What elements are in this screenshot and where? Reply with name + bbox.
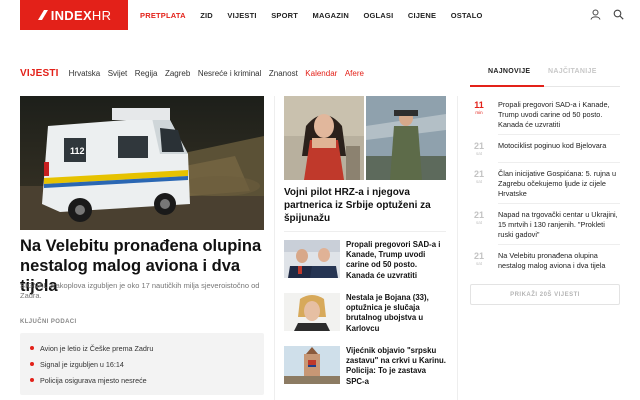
main-story-subtitle: SIGNAL zrakoplova izgubljen je oko 17 na…	[20, 281, 260, 300]
logo-suffix: HR	[91, 7, 112, 23]
news-feed-headline: Na Velebitu pronađena olupina nestalog m…	[498, 251, 606, 270]
news-feed-item[interactable]: 21 sat Član inicijative Gospićana: 5. ru…	[470, 169, 620, 203]
news-feed-item[interactable]: 11 min Propali pregovori SAD-a i Kanade,…	[470, 100, 620, 136]
nav-item-oglasi[interactable]: OGLASI	[363, 11, 393, 20]
key-points-box: Avion je letio iz Češke prema Zadru Sign…	[20, 333, 264, 395]
nav-item-sport[interactable]: SPORT	[271, 11, 298, 20]
nav-item-vijesti[interactable]: VIJESTI	[227, 11, 256, 20]
timestamp: 21 sat	[473, 169, 484, 184]
top-navigation-bar: INDEXHR PRETPLATA ZID VIJESTI SPORT MAGA…	[0, 0, 640, 30]
active-tab-indicator	[470, 85, 544, 87]
section-item-zagreb[interactable]: Zagreb	[165, 69, 190, 78]
section-item-svijet[interactable]: Svijet	[108, 69, 128, 78]
tab-divider	[544, 86, 620, 87]
section-item-regija[interactable]: Regija	[135, 69, 158, 78]
main-story-image[interactable]: 112	[20, 96, 264, 230]
section-item-nesrece[interactable]: Nesreće i kriminal	[198, 69, 262, 78]
column-divider	[274, 96, 275, 400]
user-icon[interactable]	[590, 9, 601, 20]
news-feed-headline: Propali pregovori SAD-a i Kanade, Trump …	[498, 100, 610, 129]
nav-item-pretplata[interactable]: PRETPLATA	[140, 11, 186, 20]
tab-najnovije[interactable]: NAJNOVIJE	[488, 68, 530, 75]
list-item[interactable]: Propali pregovori SAD-a i Kanade, Trump …	[284, 240, 446, 282]
bullet-icon	[30, 346, 34, 350]
thumbnail-image	[284, 293, 340, 331]
news-feed-headline: Član inicijative Gospićana: 5. rujna u Z…	[498, 169, 617, 198]
news-feed-headline: Motociklist poginuo kod Bjelovara	[498, 141, 607, 150]
divider	[498, 244, 620, 245]
news-tabs: NAJNOVIJE NAJČITANIJE	[470, 66, 620, 87]
news-feed-item[interactable]: 21 sat Na Velebitu pronađena olupina nes…	[470, 251, 620, 275]
show-more-button[interactable]: PRIKAŽI 20Š VIJESTI	[470, 284, 620, 305]
column-divider	[457, 96, 458, 400]
divider	[498, 162, 620, 163]
divider	[498, 203, 620, 204]
tab-najcitanije[interactable]: NAJČITANIJE	[548, 68, 597, 75]
timestamp: 11 min	[474, 100, 484, 115]
nav-item-zid[interactable]: ZID	[200, 11, 213, 20]
bullet-icon	[30, 378, 34, 382]
search-icon[interactable]	[613, 9, 624, 20]
feature-image-pilot[interactable]	[366, 96, 446, 180]
list-item[interactable]: Nestala je Bojana (33), optužnica je slu…	[284, 293, 446, 335]
news-feed-item[interactable]: 21 sat Napad na trgovački centar u Ukraj…	[470, 210, 620, 244]
nav-item-magazin[interactable]: MAGAZIN	[313, 11, 349, 20]
divider	[498, 134, 620, 135]
nav-item-ostalo[interactable]: OSTALO	[451, 11, 483, 20]
section-navigation: VIJESTI Hrvatska Svijet Regija Zagreb Ne…	[20, 66, 371, 80]
section-item-znanost[interactable]: Znanost	[269, 69, 298, 78]
news-feed-headline: Napad na trgovački centar u Ukrajini, 15…	[498, 210, 618, 239]
main-menu: PRETPLATA ZID VIJESTI SPORT MAGAZIN OGLA…	[140, 0, 497, 30]
divider	[284, 231, 446, 232]
section-item-kalendar[interactable]: Kalendar	[305, 69, 337, 78]
feature-image-woman[interactable]	[284, 96, 364, 180]
thumbnail-image	[284, 240, 340, 278]
timestamp: 21 sat	[473, 251, 484, 266]
timestamp: 21 sat	[473, 141, 484, 156]
list-item[interactable]: Vijećnik objavio "srpsku zastavu" na crk…	[284, 346, 446, 398]
logo-text: INDEX	[50, 7, 92, 23]
section-title[interactable]: VIJESTI	[20, 68, 59, 79]
timestamp: 21 sat	[473, 210, 484, 225]
section-item-hrvatska[interactable]: Hrvatska	[69, 69, 101, 78]
nav-item-cijene[interactable]: CIJENE	[408, 11, 436, 20]
list-item-title: Propali pregovori SAD-a i Kanade, Trump …	[346, 240, 441, 280]
list-item-title: Vijećnik objavio "srpsku zastavu" na crk…	[346, 346, 446, 386]
section-item-afere[interactable]: Afere	[345, 69, 364, 78]
ambulance-photo: 112	[20, 96, 264, 230]
ambulance-badge-text: 112	[70, 146, 85, 156]
list-item-title: Nestala je Bojana (33), optužnica je slu…	[346, 293, 429, 333]
logo-mark-icon	[37, 10, 48, 20]
feature-title[interactable]: Vojni pilot HRZ-a i njegova partnerica i…	[284, 186, 446, 225]
key-points-label: KLJUČNI PODACI	[20, 319, 77, 325]
site-logo[interactable]: INDEXHR	[20, 0, 128, 30]
bullet-icon	[30, 362, 34, 366]
news-feed-item[interactable]: 21 sat Motociklist poginuo kod Bjelovara	[470, 141, 620, 161]
thumbnail-image	[284, 346, 340, 384]
